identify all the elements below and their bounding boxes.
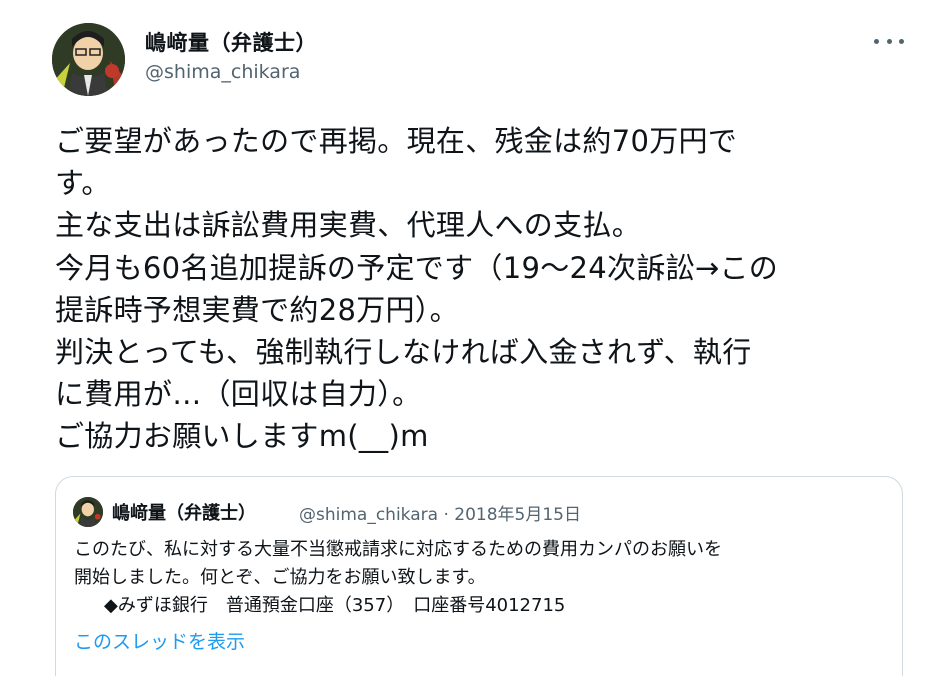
tweet-line: 主な支出は訴訟費用実費、代理人への支払。 bbox=[55, 208, 642, 243]
show-thread-link[interactable]: このスレッドを表示 bbox=[74, 627, 245, 654]
tweet-line: に費用が…（回収は自力）。 bbox=[55, 377, 422, 412]
avatar-illustration-icon bbox=[52, 23, 125, 96]
quoted-meta[interactable]: @shima_chikara · 2018年5月15日 bbox=[299, 500, 581, 525]
dot bbox=[899, 38, 904, 44]
tweet-line: す。 bbox=[55, 166, 111, 201]
author-avatar[interactable] bbox=[52, 23, 125, 96]
dot bbox=[886, 38, 892, 44]
more-options-icon[interactable] bbox=[874, 30, 904, 52]
quoted-author-name[interactable]: 嶋﨑量（弁護士） bbox=[112, 499, 256, 525]
quoted-line: このたび、私に対する大量不当懲戒請求に対応するための費用カンパのお願いを bbox=[74, 539, 722, 560]
dot bbox=[874, 38, 879, 44]
author-name[interactable]: 嶋﨑量（弁護士） bbox=[145, 27, 317, 57]
tweet-line: ご協力お願いしますm(__)m bbox=[55, 419, 429, 454]
author-handle[interactable]: @shima_chikara bbox=[145, 61, 300, 83]
tweet-text: ご要望があったので再掲。現在、残金は約70万円で す。主な支出は訴訟費用実費、代理… bbox=[55, 120, 905, 458]
quoted-tweet[interactable]: 嶋﨑量（弁護士） @shima_chikara · 2018年5月15日 このた… bbox=[55, 476, 903, 676]
quoted-text: このたび、私に対する大量不当懲戒請求に対応するための費用カンパのお願いを 開始しま… bbox=[74, 536, 894, 620]
quoted-line: ◆みずほ銀行 普通預金口座（357） 口座番号4012715 bbox=[104, 595, 566, 616]
tweet-line: 判決とっても、強制執行しなければ入金されず、執行 bbox=[55, 335, 752, 370]
quoted-line: 開始しました。何とぞ、ご協力をお願い致します。 bbox=[74, 567, 486, 588]
quoted-author-avatar[interactable] bbox=[73, 497, 103, 527]
tweet: 嶋﨑量（弁護士） @shima_chikara ご要望があったので再掲。現在、残… bbox=[0, 0, 934, 676]
tweet-line: ご要望があったので再掲。現在、残金は約70万円で bbox=[55, 124, 738, 158]
tweet-line: 提訴時予想実費で約28万円）。 bbox=[55, 292, 459, 327]
avatar-illustration-icon bbox=[73, 497, 103, 527]
tweet-line: 今月も60名追加提訴の予定です（19〜24次訴訟→この bbox=[55, 250, 779, 285]
